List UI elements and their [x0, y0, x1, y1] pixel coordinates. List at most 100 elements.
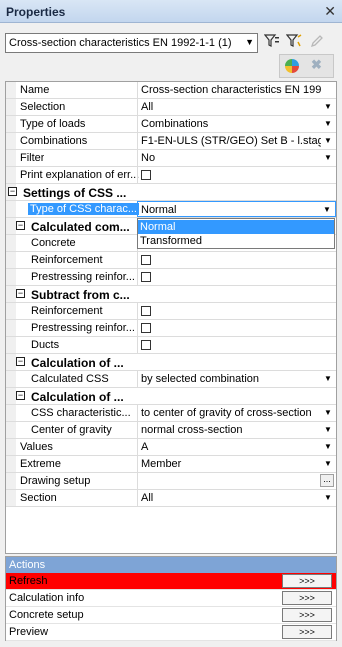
property-row[interactable]: Type of loads Combinations ▼ — [6, 116, 336, 133]
action-label: Calculation info — [9, 592, 85, 604]
collapse-icon[interactable]: − — [16, 221, 25, 230]
row-gutter — [6, 235, 16, 251]
property-value[interactable]: ... — [137, 473, 336, 489]
row-gutter — [6, 473, 16, 489]
property-label-calculation-of: Calculation of ... — [31, 356, 124, 370]
property-row[interactable]: Reinforcement — [6, 252, 336, 269]
checkbox[interactable] — [141, 340, 151, 350]
filter-wizard-icon[interactable] — [284, 33, 304, 53]
property-row[interactable]: Values A ▼ — [6, 439, 336, 456]
color-wheel-icon[interactable] — [285, 59, 299, 73]
property-value[interactable]: Member ▼ — [137, 456, 336, 472]
dropdown-option-normal[interactable]: Normal — [138, 220, 334, 234]
chevron-down-icon[interactable]: ▼ — [322, 492, 334, 504]
property-value[interactable]: F1-EN-ULS (STR/GEO) Set B - l.stag ▼ — [137, 133, 336, 149]
action-label: Preview — [9, 626, 49, 638]
row-gutter — [6, 422, 16, 438]
row-gutter — [6, 354, 16, 370]
property-row[interactable]: Calculated CSS by selected combination ▼ — [6, 371, 336, 388]
property-label-reinforcement: Reinforcement — [31, 254, 103, 266]
ellipsis-button[interactable]: ... — [320, 474, 334, 487]
property-value[interactable]: to center of gravity of cross-section ▼ — [137, 405, 336, 421]
property-value[interactable] — [137, 303, 336, 319]
chevron-down-icon[interactable]: ▼ — [322, 135, 334, 147]
chevron-down-icon[interactable]: ▼ — [322, 441, 334, 453]
property-row: − Calculation of ... — [6, 354, 336, 371]
property-value[interactable]: All ▼ — [137, 490, 336, 506]
row-gutter — [6, 99, 16, 115]
property-value-text: A — [141, 441, 149, 453]
collapse-icon[interactable]: − — [16, 289, 25, 298]
action-row-concrete-setup: Concrete setup >>> — [6, 607, 336, 624]
collapse-icon[interactable]: − — [16, 357, 25, 366]
collapse-icon[interactable]: − — [8, 187, 17, 196]
row-gutter — [6, 116, 16, 132]
property-label-drawing-setup: Drawing setup — [20, 475, 91, 487]
property-label-filter: Filter — [20, 152, 45, 164]
chevron-down-icon[interactable]: ▼ — [322, 373, 334, 385]
row-gutter — [6, 490, 16, 506]
concrete-setup-button[interactable]: >>> — [282, 608, 332, 622]
property-label-print-explanation-of-err: Print explanation of err... — [20, 169, 140, 181]
property-row[interactable]: Type of CSS charac... Normal ▼ — [6, 201, 336, 218]
property-row[interactable]: Drawing setup... — [6, 473, 336, 490]
property-row[interactable]: Selection All ▼ — [6, 99, 336, 116]
preview-button[interactable]: >>> — [282, 625, 332, 639]
property-value[interactable]: No ▼ — [137, 150, 336, 166]
property-value[interactable]: All ▼ — [137, 99, 336, 115]
property-label-prestressing-reinfor: Prestressing reinfor... — [31, 322, 135, 334]
checkbox[interactable] — [141, 272, 151, 282]
property-label-prestressing-reinfor: Prestressing reinfor... — [31, 271, 135, 283]
property-row: − Calculation of ... — [6, 388, 336, 405]
service-combo[interactable]: Cross-section characteristics EN 1992-1-… — [5, 33, 258, 53]
checkbox[interactable] — [141, 255, 151, 265]
property-value[interactable]: A ▼ — [137, 439, 336, 455]
close-icon[interactable]: ✕ — [324, 3, 336, 20]
property-value[interactable]: by selected combination ▼ — [137, 371, 336, 387]
property-value[interactable] — [137, 252, 336, 268]
property-row[interactable]: Combinations F1-EN-ULS (STR/GEO) Set B - … — [6, 133, 336, 150]
refresh-button[interactable]: >>> — [282, 574, 332, 588]
property-value[interactable]: Normal ▼ — [137, 201, 336, 217]
property-row[interactable]: Prestressing reinfor... — [6, 269, 336, 286]
property-value[interactable] — [137, 320, 336, 336]
property-row[interactable]: Center of gravity normal cross-section ▼ — [6, 422, 336, 439]
property-value[interactable] — [137, 337, 336, 353]
property-row[interactable]: CSS characteristic... to center of gravit… — [6, 405, 336, 422]
property-label-extreme: Extreme — [20, 458, 61, 470]
chevron-down-icon[interactable]: ▼ — [322, 152, 334, 164]
property-value[interactable] — [137, 269, 336, 285]
edit-icon[interactable] — [306, 33, 326, 53]
property-value[interactable] — [137, 167, 336, 183]
property-row[interactable]: Reinforcement — [6, 303, 336, 320]
calculation-info-button[interactable]: >>> — [282, 591, 332, 605]
property-row[interactable]: Name Cross-section characteristics EN 199… — [6, 82, 336, 99]
row-gutter — [6, 405, 16, 421]
collapse-icon[interactable]: − — [16, 391, 25, 400]
property-row[interactable]: Ducts — [6, 337, 336, 354]
delete-icon[interactable]: ✖ — [311, 57, 322, 73]
panel-title-bar: Properties ✕ — [0, 0, 342, 23]
filter-icon[interactable] — [262, 33, 282, 53]
checkbox[interactable] — [141, 323, 151, 333]
property-value-text: Combinations — [141, 118, 209, 130]
chevron-down-icon[interactable]: ▼ — [322, 118, 334, 130]
property-row[interactable]: Prestressing reinfor... — [6, 320, 336, 337]
property-row[interactable]: Extreme Member ▼ — [6, 456, 336, 473]
checkbox[interactable] — [141, 170, 151, 180]
dropdown-option-transformed[interactable]: Transformed — [138, 234, 334, 248]
chevron-down-icon[interactable]: ▼ — [322, 101, 334, 113]
chevron-down-icon[interactable]: ▼ — [322, 407, 334, 419]
property-value[interactable]: Combinations ▼ — [137, 116, 336, 132]
type-of-css-dropdown-list[interactable]: Normal Transformed — [137, 218, 335, 249]
property-value[interactable]: Cross-section characteristics EN 1992-..… — [137, 82, 336, 98]
property-row[interactable]: Print explanation of err... — [6, 167, 336, 184]
checkbox[interactable] — [141, 306, 151, 316]
property-row[interactable]: Section All ▼ — [6, 490, 336, 507]
property-value[interactable]: normal cross-section ▼ — [137, 422, 336, 438]
chevron-down-icon[interactable]: ▼ — [321, 204, 333, 216]
property-row[interactable]: Filter No ▼ — [6, 150, 336, 167]
action-row-refresh: Refresh >>> — [6, 573, 336, 590]
chevron-down-icon[interactable]: ▼ — [322, 458, 334, 470]
chevron-down-icon[interactable]: ▼ — [322, 424, 334, 436]
